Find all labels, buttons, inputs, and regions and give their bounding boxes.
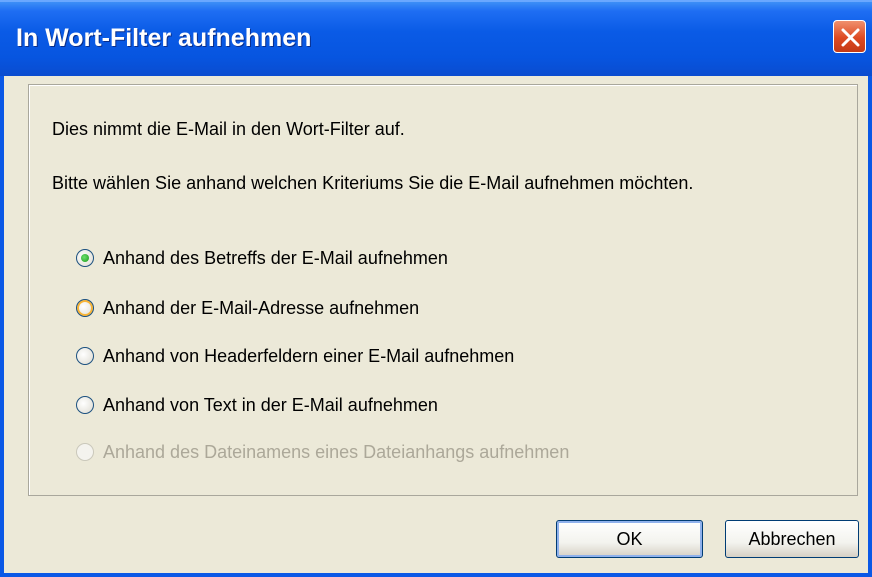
options-group	[28, 84, 858, 496]
radio-text[interactable]	[76, 396, 94, 414]
option-header-fields[interactable]: Anhand von Headerfeldern einer E-Mail au…	[76, 342, 514, 370]
radio-header-fields[interactable]	[76, 347, 94, 365]
option-attachment-filename: Anhand des Dateinamens eines Dateianhang…	[76, 438, 569, 466]
title-bar[interactable]: In Wort-Filter aufnehmen	[0, 0, 872, 76]
radio-subject[interactable]	[76, 249, 94, 267]
radio-email-address[interactable]	[76, 299, 94, 317]
radio-selected-dot	[81, 254, 89, 262]
close-icon	[841, 28, 860, 47]
dialog-title: In Wort-Filter aufnehmen	[16, 24, 312, 52]
option-subject-label: Anhand des Betreffs der E-Mail aufnehmen	[103, 247, 448, 268]
option-email-address-label: Anhand der E-Mail-Adresse aufnehmen	[103, 297, 420, 318]
option-subject[interactable]: Anhand des Betreffs der E-Mail aufnehmen	[76, 244, 448, 272]
option-text-label: Anhand von Text in der E-Mail aufnehmen	[103, 394, 438, 415]
option-attachment-filename-label: Anhand des Dateinamens eines Dateianhang…	[103, 441, 570, 462]
cancel-button[interactable]: Abbrechen	[725, 520, 859, 558]
close-button[interactable]	[833, 20, 866, 53]
question-text: Bitte wählen Sie anhand welchen Kriteriu…	[52, 173, 694, 193]
dialog-window: In Wort-Filter aufnehmen Dies nimmt die …	[0, 0, 872, 577]
option-email-address[interactable]: Anhand der E-Mail-Adresse aufnehmen	[76, 294, 419, 322]
intro-text: Dies nimmt die E-Mail in den Wort-Filter…	[52, 119, 405, 139]
radio-attachment-filename	[76, 443, 94, 461]
option-text[interactable]: Anhand von Text in der E-Mail aufnehmen	[76, 391, 438, 419]
ok-button[interactable]: OK	[556, 520, 703, 558]
option-header-fields-label: Anhand von Headerfeldern einer E-Mail au…	[103, 345, 515, 366]
